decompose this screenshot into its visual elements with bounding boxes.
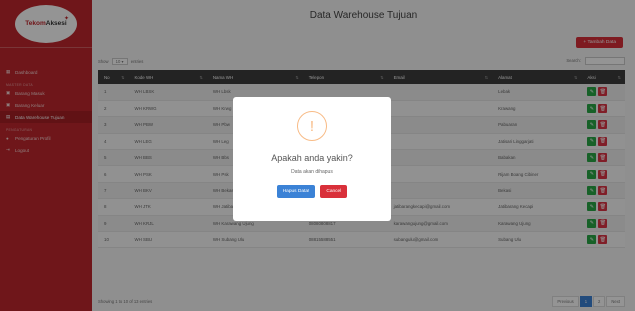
warning-icon: ! (297, 111, 327, 141)
cancel-button[interactable]: Cancel (320, 185, 348, 198)
dialog-buttons: Hapus Data! Cancel (233, 185, 391, 198)
dialog-title: Apakah anda yakin? (271, 153, 353, 163)
confirm-delete-button[interactable]: Hapus Data! (276, 185, 316, 198)
dialog-text: Data akan dihapus (291, 169, 333, 175)
confirm-dialog: ! Apakah anda yakin? Data akan dihapus H… (233, 97, 391, 221)
